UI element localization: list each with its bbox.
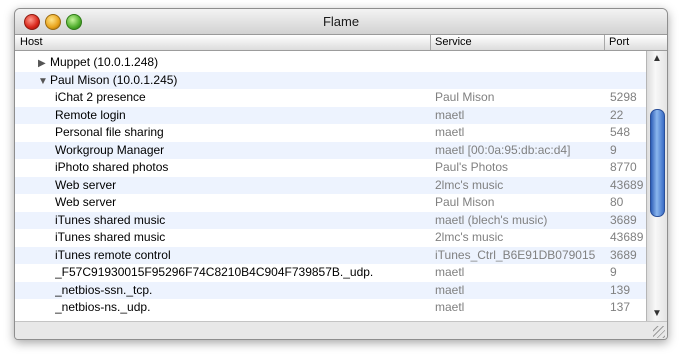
host-label: Workgroup Manager	[55, 142, 165, 157]
host-group-row[interactable]: ▼ Paul Mison (10.0.1.245)	[15, 71, 646, 90]
service-row[interactable]: _netbios-ns._udp. maetl 137	[15, 299, 646, 317]
host-label: iTunes remote control	[55, 247, 171, 262]
service-name: iPhoto shared photos	[55, 159, 430, 176]
port-cell: 43689	[610, 230, 644, 244]
service-row[interactable]: Personal file sharing maetl 548	[15, 124, 646, 142]
service-name: Web server	[55, 177, 430, 194]
service-cell: Paul Mison	[435, 195, 495, 209]
scroll-up-arrow-icon[interactable]: ▲	[652, 53, 662, 64]
service-name: iTunes shared music	[55, 229, 430, 246]
service-name: Web server	[55, 194, 430, 211]
host-label: Web server	[55, 195, 117, 209]
service-row[interactable]: Web server Paul Mison 80	[15, 194, 646, 212]
port-cell: 9	[610, 142, 617, 157]
host-label: _F57C91930015F95296F74C8210B4C904F739857…	[55, 265, 374, 279]
service-row[interactable]: iTunes remote control iTunes_Ctrl_B6E91DB…	[15, 246, 646, 264]
port-cell: 3689	[610, 247, 637, 262]
column-header-host[interactable]: Host	[20, 36, 43, 50]
flame-window: Flame Host Service Port ▶ Muppet (10.0.1.…	[14, 8, 668, 340]
service-row[interactable]: _F57C91930015F95296F74C8210B4C904F739857…	[15, 264, 646, 282]
service-name: Personal file sharing	[55, 124, 430, 141]
service-cell: 2lmc's music	[435, 230, 504, 244]
host-label: _netbios-ns._udp.	[55, 300, 151, 314]
host-label: _netbios-ssn._tcp.	[55, 282, 153, 297]
host-label: iChat 2 presence	[55, 90, 146, 104]
scroll-thumb[interactable]	[650, 109, 665, 217]
service-row[interactable]: iChat 2 presence Paul Mison 5298	[15, 89, 646, 107]
service-name: iTunes shared music	[55, 212, 430, 229]
window-title: Flame	[322, 14, 360, 29]
service-row[interactable]: Web server 2lmc's music 43689	[15, 176, 646, 194]
port-cell: 5298	[610, 90, 637, 104]
service-row[interactable]: _netbios-ssn._tcp. maetl 139	[15, 281, 646, 299]
host-label: iTunes shared music	[55, 230, 166, 244]
column-header-service[interactable]: Service	[435, 36, 472, 50]
service-cell: maetl	[435, 282, 465, 297]
port-cell: 22	[610, 107, 624, 122]
service-cell: maetl	[435, 125, 465, 139]
port-cell: 3689	[610, 212, 637, 227]
host-group-row[interactable]: ▶ Muppet (10.0.1.248)	[15, 54, 646, 72]
service-row[interactable]: iTunes shared music maetl (blech's music)…	[15, 211, 646, 229]
service-cell: maetl	[435, 107, 465, 122]
service-name: iChat 2 presence	[55, 89, 430, 106]
port-cell: 43689	[610, 177, 644, 192]
host-label: Web server	[55, 177, 117, 192]
host-label: iPhoto shared photos	[55, 160, 169, 174]
service-row[interactable]: iPhoto shared photos Paul's Photos 8770	[15, 159, 646, 177]
resize-grip-icon[interactable]	[653, 326, 665, 338]
port-cell: 80	[610, 195, 624, 209]
port-cell: 9	[610, 265, 617, 279]
port-cell: 548	[610, 125, 631, 139]
service-name: Remote login	[55, 107, 430, 124]
title-bar[interactable]: Flame	[15, 9, 667, 35]
service-name: _F57C91930015F95296F74C8210B4C904F739857…	[55, 264, 430, 281]
column-divider[interactable]	[430, 35, 431, 50]
service-cell: Paul Mison	[435, 90, 495, 104]
service-row[interactable]: iTunes shared music 2lmc's music 43689	[15, 229, 646, 247]
service-row[interactable]: Remote login maetl 22	[15, 106, 646, 124]
service-cell: maetl	[435, 265, 465, 279]
service-row[interactable]: Workgroup Manager maetl [00:0a:95:db:ac:d…	[15, 141, 646, 159]
disclosure-expanded-icon[interactable]: ▼	[38, 73, 50, 90]
host-label: Paul Mison (10.0.1.245)	[50, 72, 178, 87]
service-cell: iTunes_Ctrl_B6E91DB079015	[435, 247, 596, 262]
services-table: ▶ Muppet (10.0.1.248) ▼ Paul Mison (10.0.1.…	[15, 51, 646, 321]
window-bottom-bar	[15, 321, 667, 339]
service-cell: Paul's Photos	[435, 160, 509, 174]
host-name: ▶ Muppet (10.0.1.248)	[38, 54, 413, 72]
service-cell: maetl	[435, 300, 465, 314]
service-name: Workgroup Manager	[55, 142, 430, 159]
host-name: ▼ Paul Mison (10.0.1.245)	[38, 72, 413, 90]
host-label: Muppet (10.0.1.248)	[50, 55, 159, 69]
service-name: _netbios-ssn._tcp.	[55, 282, 430, 299]
service-name: _netbios-ns._udp.	[55, 299, 430, 316]
service-name: iTunes remote control	[55, 247, 430, 264]
vertical-scrollbar[interactable]: ▲ ▼	[646, 51, 667, 321]
column-header-port[interactable]: Port	[609, 36, 629, 50]
port-cell: 139	[610, 282, 631, 297]
service-cell: maetl (blech's music)	[435, 212, 548, 227]
host-label: Personal file sharing	[55, 125, 164, 139]
port-cell: 8770	[610, 160, 637, 174]
scroll-down-arrow-icon[interactable]: ▼	[652, 308, 662, 319]
column-divider[interactable]	[604, 35, 605, 50]
port-cell: 137	[610, 300, 631, 314]
service-cell: 2lmc's music	[435, 177, 504, 192]
disclosure-collapsed-icon[interactable]: ▶	[38, 55, 50, 72]
service-cell: maetl [00:0a:95:db:ac:d4]	[435, 142, 571, 157]
host-label: Remote login	[55, 107, 126, 122]
host-label: iTunes shared music	[55, 212, 166, 227]
table-header: Host Service Port	[15, 35, 667, 51]
